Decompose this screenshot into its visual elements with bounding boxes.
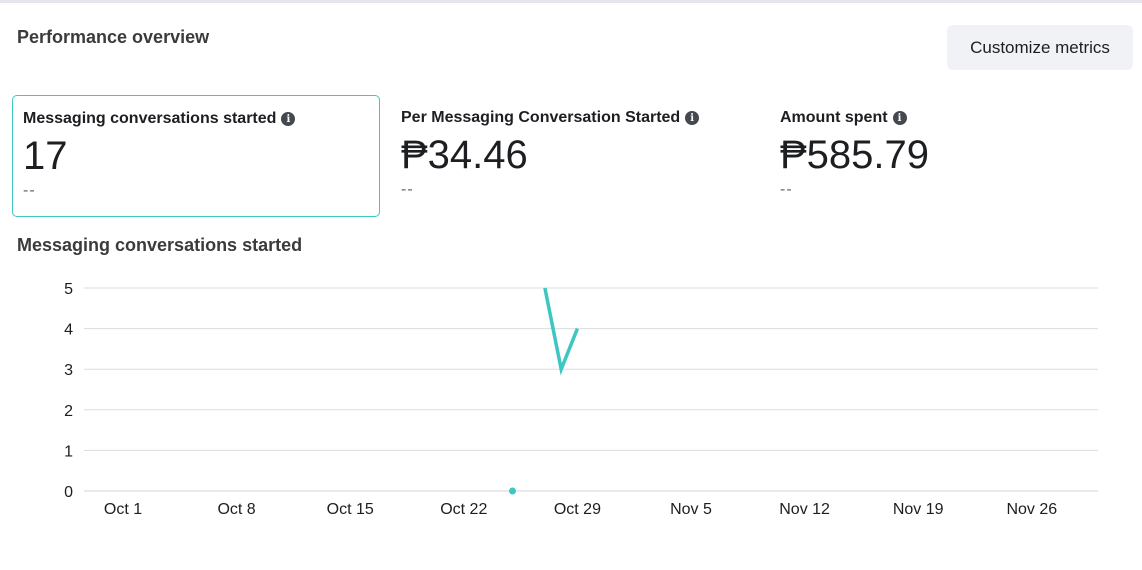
x-tick-label: Oct 15 — [327, 501, 374, 518]
performance-overview-panel: Performance overview Customize metrics M… — [0, 0, 1142, 570]
y-tick-label: 1 — [64, 443, 73, 460]
data-point[interactable] — [508, 487, 516, 495]
x-tick-label: Nov 5 — [670, 501, 712, 518]
x-tick-label: Nov 26 — [1006, 501, 1057, 518]
x-tick-label: Oct 8 — [217, 501, 255, 518]
x-tick-label: Oct 29 — [554, 501, 601, 518]
y-tick-label: 3 — [64, 362, 73, 379]
x-tick-label: Oct 1 — [104, 501, 142, 518]
y-tick-label: 4 — [64, 322, 73, 339]
x-tick-label: Oct 22 — [440, 501, 487, 518]
x-tick-label: Nov 19 — [893, 501, 944, 518]
y-tick-label: 2 — [64, 403, 73, 420]
y-tick-label: 0 — [64, 484, 73, 501]
y-tick-label: 5 — [64, 281, 73, 298]
messaging-conversations-chart: 0 1 2 3 4 5 Oct 1 Oct 8 Oct 15 Oct 22 Oct 29 Nov 5 N… — [64, 281, 1098, 518]
x-tick-label: Nov 12 — [779, 501, 830, 518]
